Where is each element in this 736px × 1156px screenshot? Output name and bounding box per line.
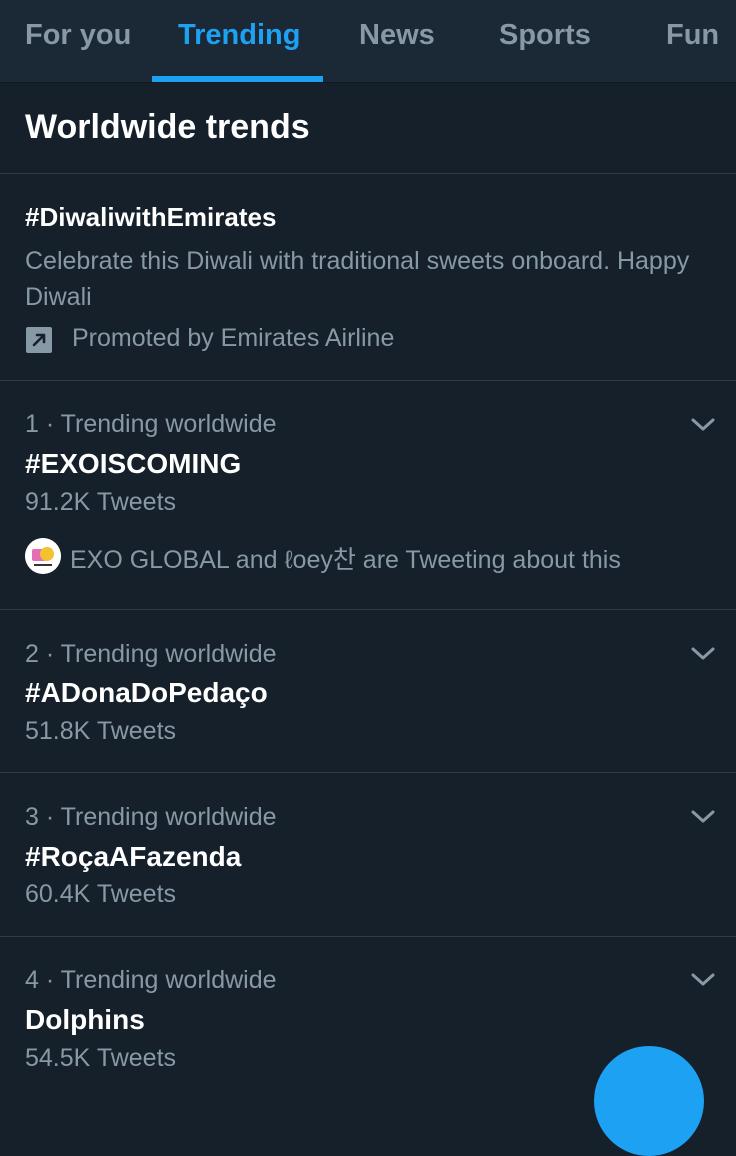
tab-fun[interactable]: Fun (666, 0, 719, 82)
tab-trending[interactable]: Trending (178, 0, 300, 82)
divider (0, 609, 736, 610)
active-tab-indicator (152, 76, 323, 82)
chevron-down-icon[interactable] (690, 645, 716, 663)
tweet-count: 91.2K Tweets (25, 488, 177, 516)
section-title: Worldwide trends (25, 108, 310, 146)
trend-rank-label: 1 · Trending worldwide (25, 410, 277, 438)
trend-name[interactable]: #RoçaAFazenda (25, 841, 241, 873)
divider (0, 772, 736, 773)
divider (0, 380, 736, 381)
trend-rank-label: 4 · Trending worldwide (25, 966, 277, 994)
divider (0, 173, 736, 174)
promoted-hashtag[interactable]: #DiwaliwithEmirates (25, 202, 276, 233)
tweet-count: 60.4K Tweets (25, 880, 177, 908)
tweet-count: 54.5K Tweets (25, 1044, 177, 1072)
chevron-down-icon[interactable] (690, 416, 716, 434)
tab-for-you[interactable]: For you (25, 0, 131, 82)
tweeting-about-text: EXO GLOBAL and ℓoey찬 are Tweeting about … (70, 546, 621, 574)
trend-rank-label: 2 · Trending worldwide (25, 640, 277, 668)
exo-global-avatar-icon (25, 538, 61, 574)
trend-rank-label: 3 · Trending worldwide (25, 803, 277, 831)
divider (0, 936, 736, 937)
trend-name[interactable]: #EXOISCOMING (25, 448, 241, 480)
avatar[interactable] (25, 538, 61, 574)
compose-tweet-button[interactable] (594, 1046, 704, 1156)
chevron-down-icon[interactable] (690, 808, 716, 826)
promoted-by-label: Promoted by Emirates Airline (72, 324, 395, 352)
promoted-arrow-icon (26, 327, 52, 353)
chevron-down-icon[interactable] (690, 971, 716, 989)
tab-news[interactable]: News (359, 0, 435, 82)
promoted-description: Celebrate this Diwali with traditional s… (25, 247, 690, 311)
tab-sports[interactable]: Sports (499, 0, 591, 82)
tweet-count: 51.8K Tweets (25, 717, 177, 745)
trend-name[interactable]: Dolphins (25, 1004, 145, 1036)
trend-name[interactable]: #ADonaDoPedaço (25, 677, 268, 709)
tab-bar: For you Trending News Sports Fun (0, 0, 736, 83)
